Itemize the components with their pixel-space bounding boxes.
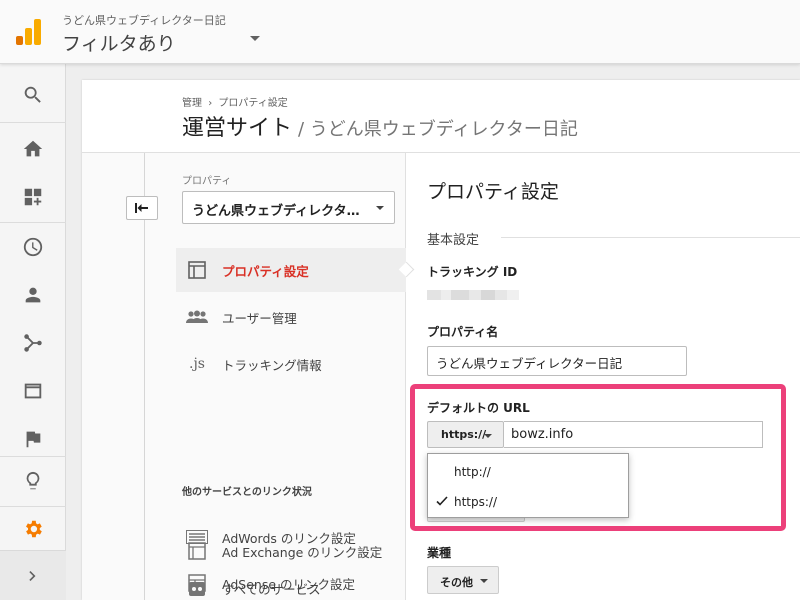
property-name-input[interactable]: うどん県ウェブディレクター日記 — [427, 346, 687, 376]
menu-item-label: Ad Exchange のリンク設定 — [222, 544, 383, 560]
gear-icon[interactable] — [0, 506, 66, 552]
back-button[interactable] — [126, 196, 158, 220]
protocol-dropdown: http:// https:// — [427, 453, 629, 518]
menu-item-all-products[interactable]: すべてのサービス — [176, 576, 406, 600]
default-url-label: デフォルトの URL — [427, 401, 530, 415]
menu-item-label: すべてのサービス — [222, 581, 321, 597]
js-icon: .js — [189, 356, 205, 372]
breadcrumb: 管理 › プロパティ設定 — [182, 94, 291, 109]
page-title-row: 運営サイト / うどん県ウェブディレクター日記 — [182, 110, 578, 142]
arrow-back-icon — [135, 203, 148, 213]
option-label: https:// — [454, 495, 498, 509]
menu-item-property-settings[interactable]: プロパティ設定 — [176, 248, 406, 292]
breadcrumb-property-settings: プロパティ設定 — [218, 98, 288, 109]
left-nav — [0, 64, 66, 600]
page-title: 運営サイト — [182, 116, 293, 141]
analytics-logo-icon[interactable] — [16, 19, 42, 45]
menu-item-tracking-info[interactable]: .js トラッキング情報 — [176, 342, 406, 386]
links-section-heading: 他のサービスとのリンク状況 — [182, 487, 312, 498]
caret-down-icon — [480, 579, 488, 583]
chevron-right-icon — [29, 570, 36, 581]
protocol-option-https[interactable]: https:// — [428, 487, 628, 517]
property-selector[interactable]: うどん県ウェブディレクタ… — [182, 191, 395, 224]
tracking-id-redacted — [427, 290, 519, 300]
lightbulb-icon[interactable] — [0, 458, 66, 504]
protocol-select-value: https:// — [441, 428, 487, 441]
account-name: うどん県ウェブディレクター日記 — [62, 14, 226, 27]
property-name-label: プロパティ名 — [427, 325, 499, 339]
protocol-select[interactable]: https:// — [427, 421, 504, 448]
expand-nav-button[interactable] — [0, 550, 66, 600]
behavior-icon[interactable] — [0, 368, 66, 414]
settings-column: プロパティ設定 基本設定 トラッキング ID プロパティ名 うどん県ウェブディレ… — [407, 153, 800, 600]
option-label: http:// — [454, 465, 491, 479]
settings-title: プロパティ設定 — [427, 181, 559, 203]
breadcrumb-separator: › — [208, 98, 213, 109]
home-icon[interactable] — [0, 126, 66, 172]
basic-settings-heading: 基本設定 — [427, 233, 480, 248]
layout-icon — [186, 259, 208, 281]
menu-item-label: プロパティ設定 — [222, 263, 309, 279]
tracking-id-label: トラッキング ID — [427, 265, 518, 279]
search-icon[interactable] — [0, 72, 66, 118]
industry-label: 業種 — [427, 546, 452, 560]
menu-item-label: トラッキング情報 — [222, 357, 322, 373]
top-header: うどん県ウェブディレクター日記 フィルタあり — [0, 0, 800, 64]
menu-item-adexchange-link[interactable]: Ad Exchange のリンク設定 — [176, 529, 406, 573]
view-selector[interactable]: フィルタあり — [62, 29, 176, 56]
checkmark-icon — [436, 496, 448, 506]
clock-icon[interactable] — [0, 224, 66, 270]
property-selector-value: うどん県ウェブディレクタ… — [192, 204, 360, 219]
adexchange-icon — [186, 540, 208, 562]
caret-down-icon — [484, 434, 492, 438]
protocol-option-http[interactable]: http:// — [428, 457, 628, 487]
industry-select[interactable]: その他 — [427, 566, 499, 594]
all-products-icon — [186, 577, 208, 599]
menu-item-user-management[interactable]: ユーザー管理 — [176, 295, 406, 339]
industry-select-value: その他 — [440, 576, 473, 589]
property-label: プロパティ — [182, 176, 232, 187]
users-icon — [186, 306, 208, 328]
caret-down-icon — [376, 206, 384, 210]
menu-item-label: ユーザー管理 — [222, 310, 297, 326]
page-subtitle: / うどん県ウェブディレクター日記 — [298, 119, 578, 140]
chevron-down-icon[interactable] — [250, 36, 260, 41]
default-url-input[interactable]: bowz.info — [504, 421, 763, 448]
person-icon[interactable] — [0, 272, 66, 318]
dashboard-add-icon[interactable] — [0, 174, 66, 220]
acquisition-icon[interactable] — [0, 320, 66, 366]
breadcrumb-admin[interactable]: 管理 — [182, 98, 202, 109]
